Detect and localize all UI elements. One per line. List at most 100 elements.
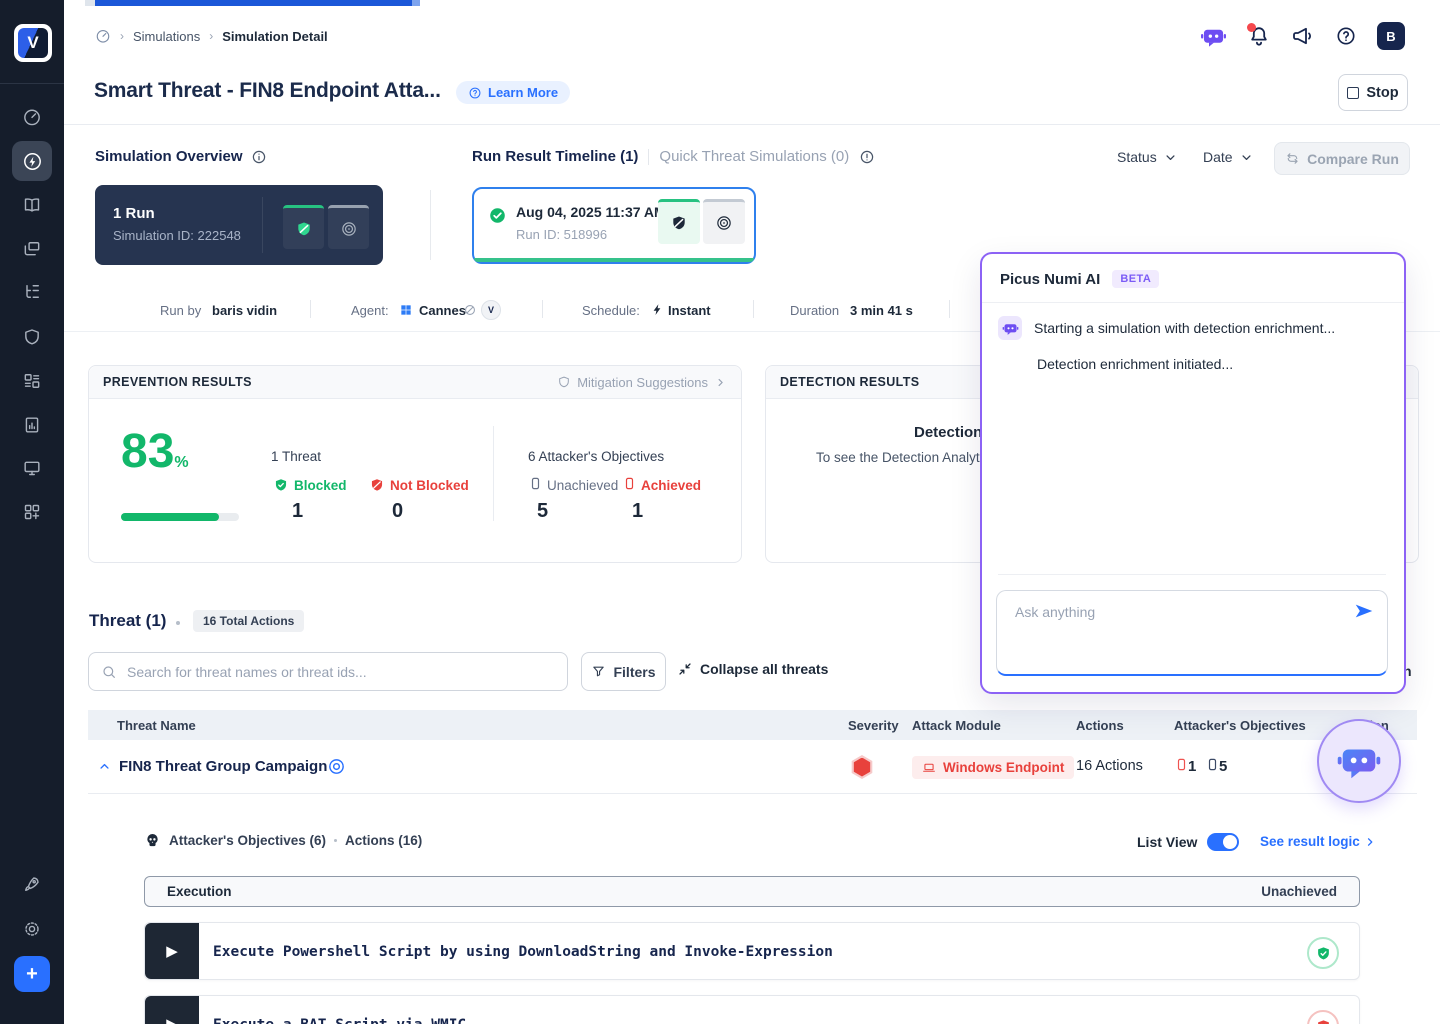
date-filter[interactable]: Date (1203, 149, 1254, 165)
sidebar-item-defense[interactable] (12, 317, 52, 357)
sidebar-item-simulations[interactable] (12, 141, 52, 181)
execution-row[interactable]: ▶ Execute a BAT Script via WMIC (144, 995, 1360, 1024)
status-filter[interactable]: Status (1117, 149, 1178, 165)
prevention-score: 83% (121, 428, 189, 476)
col-severity: Severity (848, 718, 899, 733)
run-prevention-tile[interactable] (658, 199, 700, 244)
actions-tab[interactable]: Actions (16) (345, 833, 422, 848)
attack-module-pill[interactable]: Windows Endpoint (912, 756, 1074, 779)
numi-title: Picus Numi AI (1000, 271, 1100, 288)
chevron-up-icon[interactable] (97, 759, 112, 774)
threat-search[interactable] (88, 652, 568, 691)
layout-blocks-icon (22, 371, 42, 391)
report-doc-icon (22, 415, 42, 435)
send-icon[interactable] (1353, 600, 1375, 622)
alert-circle-icon[interactable] (859, 149, 875, 165)
stop-square-icon (1347, 87, 1359, 99)
threat-name[interactable]: FIN8 Threat Group Campaign (119, 758, 327, 775)
tab-run-result-timeline[interactable]: Run Result Timeline (1) (472, 148, 638, 165)
run-detection-tile[interactable] (703, 199, 745, 244)
run-card[interactable]: Aug 04, 2025 11:37 AM Run ID: 518996 (472, 187, 756, 264)
numi-fab-button[interactable] (1317, 719, 1401, 803)
sidebar-item-endpoints[interactable] (12, 448, 52, 488)
view-eye-icon[interactable] (327, 757, 346, 776)
divider (753, 300, 754, 318)
avatar[interactable]: B (1377, 22, 1405, 50)
schedule-label: Schedule: (582, 303, 640, 318)
threat-search-input[interactable] (125, 663, 555, 681)
col-attackers-objectives: Attacker's Objectives (1174, 718, 1306, 733)
result-blocked-badge (1307, 937, 1339, 969)
run-by-value: baris vidin (212, 303, 277, 318)
sidebar-item-dashboard[interactable] (12, 97, 52, 137)
threat-table-row[interactable]: FIN8 Threat Group Campaign Windows Endpo… (88, 740, 1417, 794)
stop-button[interactable]: Stop (1338, 74, 1408, 111)
sidebar-item-attack-surface[interactable] (12, 229, 52, 269)
see-result-logic-link[interactable]: See result logic (1260, 834, 1377, 849)
sidebar-item-library[interactable] (12, 185, 52, 225)
numi-input[interactable] (1013, 603, 1337, 621)
execution-group-bar[interactable]: Execution Unachieved (144, 876, 1360, 907)
execution-group-label: Execution (167, 884, 232, 899)
notifications-button[interactable] (1247, 24, 1271, 48)
home-gauge-icon[interactable] (95, 28, 111, 44)
execution-row[interactable]: ▶ Execute Powershell Script by using Dow… (144, 922, 1360, 980)
sidebar-item-quickstart[interactable] (12, 864, 52, 904)
sidebar-item-dashboards[interactable] (12, 361, 52, 401)
sidebar-item-reports[interactable] (12, 405, 52, 445)
unachieved-count: 5 (1219, 758, 1227, 775)
see-logic-label: See result logic (1260, 834, 1360, 849)
run-date: Aug 04, 2025 11:37 AM (516, 204, 666, 220)
detection-message-body: To see the Detection Analytic (816, 450, 989, 465)
monitor-icon (22, 458, 42, 478)
breadcrumb-simulations[interactable]: Simulations (133, 29, 200, 44)
list-view-toggle[interactable] (1207, 833, 1239, 851)
schedule-value: Instant (668, 303, 711, 318)
sidebar-item-hierarchy[interactable] (12, 272, 52, 312)
chevron-down-icon (1163, 150, 1178, 165)
run-card-status-strip (474, 258, 754, 262)
picus-agent-badge[interactable]: V (481, 300, 501, 320)
sidebar-item-integrations[interactable] (12, 492, 52, 532)
compare-run-button[interactable]: Compare Run (1274, 142, 1410, 175)
lightning-icon (650, 302, 665, 317)
detection-tile[interactable] (328, 205, 369, 249)
learn-more-label: Learn More (488, 85, 558, 100)
objective-flag-icon (528, 476, 543, 491)
megaphone-icon[interactable] (1291, 24, 1315, 48)
not-blocked-value: 0 (392, 500, 403, 523)
unachieved-value: 5 (537, 500, 548, 523)
simulation-overview-card[interactable]: 1 Run Simulation ID: 222548 (95, 185, 383, 265)
collapse-all-button[interactable]: Collapse all threats (677, 661, 828, 677)
actions-count: 16 Actions (1076, 758, 1143, 774)
divider (542, 300, 543, 318)
info-icon[interactable] (251, 149, 267, 165)
link-slash-icon[interactable] (463, 303, 477, 317)
tab-quick-threat[interactable]: Quick Threat Simulations (0) (659, 148, 849, 165)
book-icon (22, 195, 42, 215)
robot-icon (1002, 320, 1019, 337)
play-button[interactable]: ▶ (145, 996, 199, 1024)
mitigation-label: Mitigation Suggestions (577, 375, 708, 390)
filters-button[interactable]: Filters (581, 652, 666, 691)
blocked-value: 1 (292, 500, 303, 523)
prevention-title: PREVENTION RESULTS (103, 375, 252, 389)
shield-half-icon (670, 214, 688, 232)
play-button[interactable]: ▶ (145, 923, 199, 979)
execution-title: Execute a BAT Script via WMIC (213, 1017, 466, 1024)
simulation-detail-page: V + › Simulations › Simulation Detail (0, 0, 1440, 1024)
mitigation-suggestions-link[interactable]: Mitigation Suggestions (557, 375, 727, 390)
achieved-flag-icon (1174, 757, 1189, 772)
agent-name[interactable]: Cannes (419, 303, 466, 318)
prevention-tile[interactable] (283, 205, 324, 249)
sidebar-item-settings[interactable] (12, 909, 52, 949)
objectives-count[interactable]: Attacker's Objectives (6) (169, 833, 326, 848)
numi-input-box[interactable] (996, 590, 1388, 676)
add-button[interactable]: + (14, 956, 50, 992)
timeline-tabs: Run Result Timeline (1) Quick Threat Sim… (472, 148, 875, 165)
chevron-right-icon (714, 376, 727, 389)
numi-robot-icon[interactable] (1200, 23, 1227, 50)
picus-logo[interactable]: V (14, 24, 52, 62)
help-icon[interactable] (1335, 25, 1357, 47)
learn-more-button[interactable]: Learn More (456, 81, 570, 104)
